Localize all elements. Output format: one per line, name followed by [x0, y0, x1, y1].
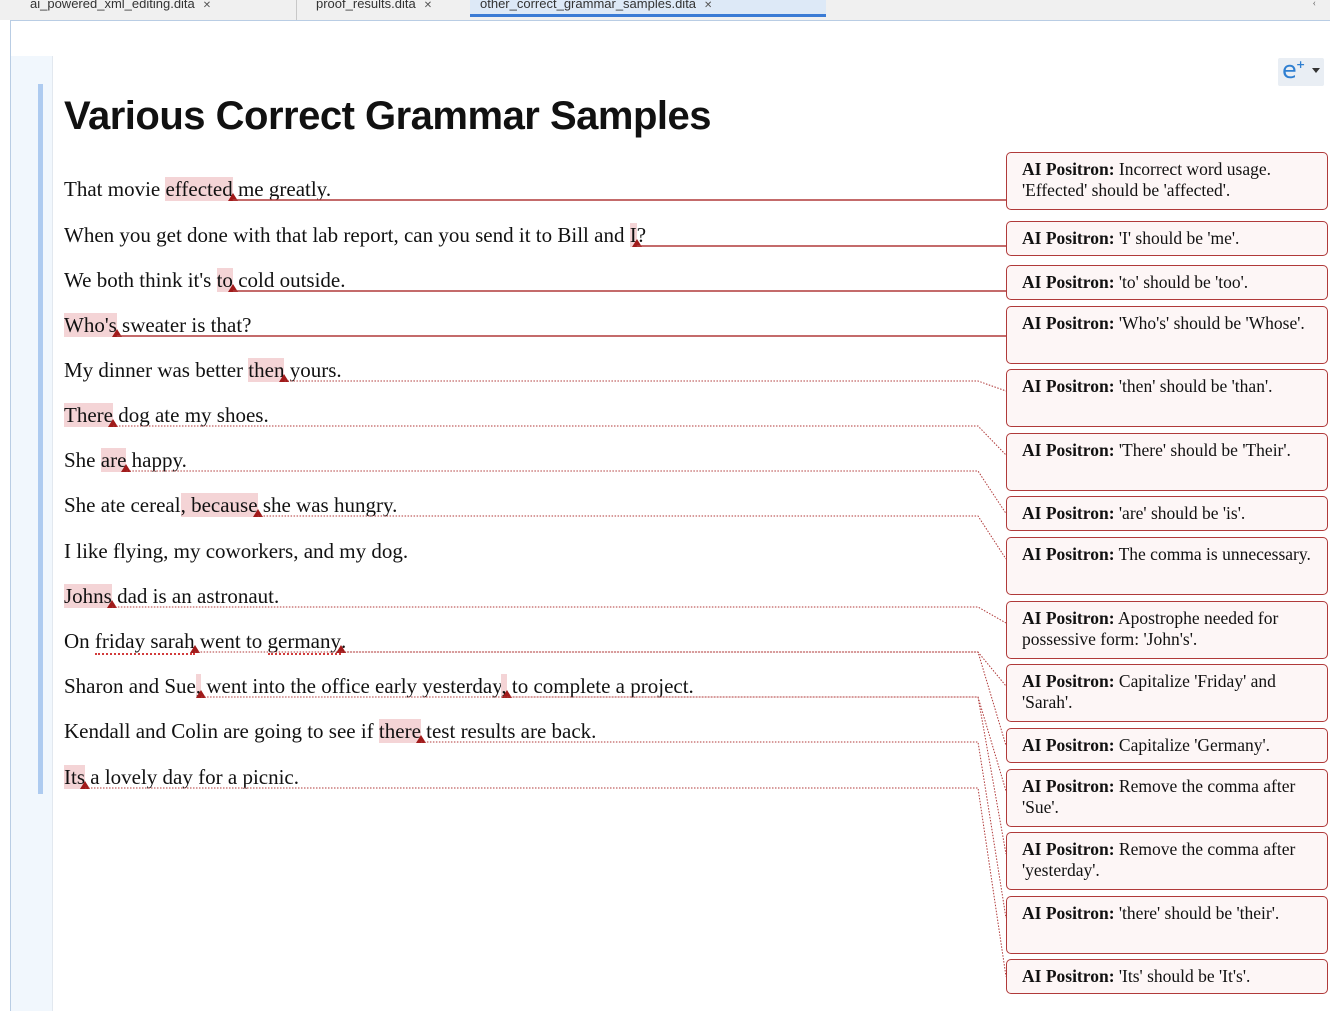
comment-author: AI Positron:	[1022, 671, 1115, 691]
comment-author: AI Positron:	[1022, 839, 1115, 859]
comment-leader-line	[284, 380, 1007, 392]
comment-author: AI Positron:	[1022, 503, 1115, 523]
comment-leader-line	[112, 425, 1007, 456]
comment-text: The comma is unnecessary.	[1114, 544, 1311, 564]
comment-author: AI Positron:	[1022, 159, 1115, 179]
comment-callout[interactable]: AI Positron: The comma is unnecessary.	[1006, 537, 1328, 595]
comment-text: 'to' should be 'too'.	[1114, 272, 1249, 292]
comment-author: AI Positron:	[1022, 313, 1115, 333]
comment-author: AI Positron:	[1022, 376, 1115, 396]
comment-callout[interactable]: AI Positron: 'Its' should be 'It's'.	[1006, 959, 1328, 994]
comment-text: 'there' should be 'their'.	[1114, 903, 1280, 923]
comment-callout[interactable]: AI Positron: Capitalize 'Germany'.	[1006, 728, 1328, 763]
comment-callout[interactable]: AI Positron: Apostrophe needed for posse…	[1006, 601, 1328, 659]
comment-callout[interactable]: AI Positron: 'then' should be 'than'.	[1006, 369, 1328, 427]
comment-author: AI Positron:	[1022, 228, 1115, 248]
comment-text: 'Who's' should be 'Whose'.	[1114, 313, 1305, 333]
comment-text: 'are' should be 'is'.	[1114, 503, 1246, 523]
comment-author: AI Positron:	[1022, 776, 1115, 796]
comment-leader-line	[194, 651, 1007, 687]
comment-leader-line	[126, 470, 1007, 514]
comment-author: AI Positron:	[1022, 608, 1115, 628]
comment-callout[interactable]: AI Positron: 'to' should be 'too'.	[1006, 265, 1328, 300]
comment-leader-line	[420, 741, 1007, 919]
comment-author: AI Positron:	[1022, 544, 1115, 564]
comment-leader-line	[506, 696, 1007, 855]
comment-text: 'I' should be 'me'.	[1114, 228, 1240, 248]
comment-leader-line	[257, 515, 1007, 560]
comment-leader-line	[201, 696, 1007, 792]
comment-callout[interactable]: AI Positron: 'Who's' should be 'Whose'.	[1006, 306, 1328, 364]
comment-callout[interactable]: AI Positron: Remove the comma after 'Sue…	[1006, 769, 1328, 827]
comment-author: AI Positron:	[1022, 966, 1115, 986]
comment-callout[interactable]: AI Positron: 'there' should be 'their'.	[1006, 896, 1328, 954]
comment-text: Capitalize 'Germany'.	[1114, 735, 1271, 755]
comment-callout[interactable]: AI Positron: Incorrect word usage. 'Effe…	[1006, 152, 1328, 210]
comment-author: AI Positron:	[1022, 735, 1115, 755]
comment-callout[interactable]: AI Positron: Remove the comma after 'yes…	[1006, 832, 1328, 890]
comment-callout[interactable]: AI Positron: 'I' should be 'me'.	[1006, 221, 1328, 256]
comment-leader-line	[341, 651, 1007, 746]
comment-callout[interactable]: AI Positron: 'There' should be 'Their'.	[1006, 433, 1328, 491]
comment-text: 'then' should be 'than'.	[1114, 376, 1273, 396]
comment-author: AI Positron:	[1022, 272, 1115, 292]
comment-author: AI Positron:	[1022, 440, 1115, 460]
comment-text: 'There' should be 'Their'.	[1114, 440, 1291, 460]
comment-leader-line	[85, 787, 1007, 977]
comment-callout[interactable]: AI Positron: 'are' should be 'is'.	[1006, 496, 1328, 531]
comment-text: 'Its' should be 'It's'.	[1114, 966, 1251, 986]
comment-author: AI Positron:	[1022, 903, 1115, 923]
comment-callout[interactable]: AI Positron: Capitalize 'Friday' and 'Sa…	[1006, 664, 1328, 722]
comment-leader-line	[111, 606, 1007, 624]
